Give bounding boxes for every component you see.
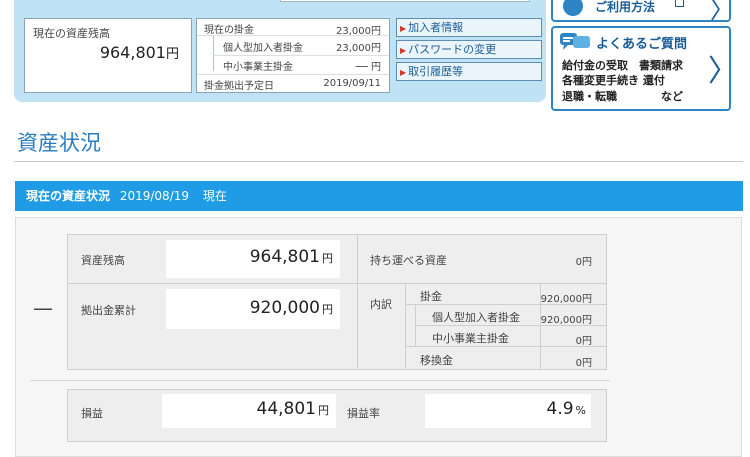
- arrow-right-icon: ▶: [400, 46, 407, 55]
- asset-status-header: 現在の資産状況 2019/08/19 現在: [15, 181, 743, 211]
- asset-status-suffix: 現在: [202, 189, 227, 203]
- profit-value: 44,801: [256, 399, 316, 419]
- top-strip: [280, 0, 530, 2]
- breakdown-label: 内訳: [370, 298, 392, 311]
- sme-contrib-label: 中小事業主掛金: [432, 332, 509, 345]
- title-divider: [14, 161, 743, 162]
- faq-title: よくあるご質問: [596, 37, 688, 52]
- row-divider: [67, 283, 607, 284]
- individual-contrib-value: 920,000円: [540, 315, 592, 326]
- current-contrib-label: 現在の掛金: [204, 25, 254, 36]
- guide-icon: [563, 0, 583, 16]
- balance-value: 964,801: [249, 247, 320, 267]
- transfer-value: 0円: [575, 358, 592, 369]
- portable-assets-label: 持ち運べる資産: [370, 254, 447, 267]
- balance-label: 資産残高: [81, 254, 125, 267]
- row-divider: [197, 74, 389, 75]
- kakekin-value: 920,000円: [540, 294, 592, 305]
- chat-bubbles-icon: [560, 33, 590, 50]
- faq-line-3: 退職・転職 など: [562, 90, 683, 103]
- profit-rate-label: 損益率: [347, 407, 380, 420]
- current-balance-label: 現在の資産残高: [33, 27, 110, 40]
- scheduled-date-value: 2019/09/11: [323, 78, 381, 89]
- usage-guide-button[interactable]: ご利用方法 〉: [551, 0, 734, 24]
- usage-guide-label: ご利用方法: [595, 0, 656, 14]
- portable-assets-value: 0円: [575, 257, 592, 268]
- chevron-right-icon: 〉: [710, 0, 734, 24]
- balance-unit: 円: [322, 252, 333, 265]
- arrow-right-icon: ▶: [400, 24, 407, 33]
- section-divider: [30, 380, 610, 381]
- faq-line-1: 給付金の受取 書類請求: [562, 59, 683, 72]
- member-info-link[interactable]: ▶ 加入者情報: [396, 18, 542, 37]
- profit-value-box: 44,801 円: [162, 394, 336, 428]
- sme-contrib-value: ── 円: [355, 62, 381, 73]
- individual-contrib-label: 個人型加入者掛金: [223, 43, 303, 54]
- contribution-total-label: 拠出金累計: [81, 304, 136, 317]
- arrow-right-icon: ▶: [400, 68, 407, 77]
- change-password-link-label: パスワードの変更: [408, 43, 497, 56]
- kakekin-label: 掛金: [420, 290, 442, 303]
- contribution-total-value: 920,000: [249, 298, 320, 318]
- profit-rate-box: 4.9%: [425, 394, 591, 428]
- page-title: 資産状況: [17, 131, 101, 155]
- row-divider: [197, 35, 389, 36]
- change-password-link[interactable]: ▶ パスワードの変更: [396, 40, 542, 59]
- contribution-box: 現在の掛金 23,000円 個人型加入者掛金 23,000円 中小事業主掛金 ─…: [196, 18, 390, 93]
- asset-status-date: 2019/08/19: [119, 189, 190, 203]
- profit-unit: 円: [318, 404, 329, 417]
- indent-line: [213, 35, 214, 71]
- individual-contrib-label: 個人型加入者掛金: [432, 311, 520, 324]
- column-divider: [357, 234, 358, 370]
- sme-contrib-label: 中小事業主掛金: [223, 62, 293, 73]
- collapse-toggle[interactable]: —: [33, 296, 53, 320]
- individual-contrib-value: 23,000円: [336, 43, 381, 54]
- chevron-right-icon: 〉: [708, 54, 738, 89]
- transaction-history-link[interactable]: ▶ 取引履歴等: [396, 62, 542, 81]
- row-divider: [213, 55, 389, 56]
- breakdown-divider: [405, 283, 406, 370]
- faq-line-2: 各種変更手続き 還付: [562, 74, 665, 87]
- faq-button[interactable]: よくあるご質問 給付金の受取 書類請求 各種変更手続き 還付 退職・転職 など …: [551, 26, 738, 111]
- balance-value-box: 964,801 円: [166, 240, 340, 278]
- current-balance-value: 964,801円: [100, 43, 179, 62]
- balance-number: 964,801: [99, 43, 166, 62]
- member-info-link-label: 加入者情報: [408, 21, 464, 34]
- transaction-history-link-label: 取引履歴等: [408, 65, 464, 78]
- sme-contrib-value: 0円: [575, 336, 592, 347]
- percent-unit: %: [575, 404, 586, 417]
- current-balance-box: 現在の資産残高 964,801円: [24, 18, 192, 93]
- asset-status-title: 現在の資産状況: [26, 189, 111, 203]
- contribution-total-box: 920,000 円: [166, 289, 340, 329]
- balance-unit: 円: [165, 47, 179, 62]
- transfer-label: 移換金: [420, 354, 453, 367]
- scheduled-date-label: 掛金拠出予定日: [204, 81, 274, 92]
- external-window-icon: [675, 0, 684, 7]
- contribution-total-unit: 円: [322, 303, 333, 316]
- profit-rate-value: 4.9: [546, 399, 574, 419]
- profit-label: 損益: [81, 407, 103, 420]
